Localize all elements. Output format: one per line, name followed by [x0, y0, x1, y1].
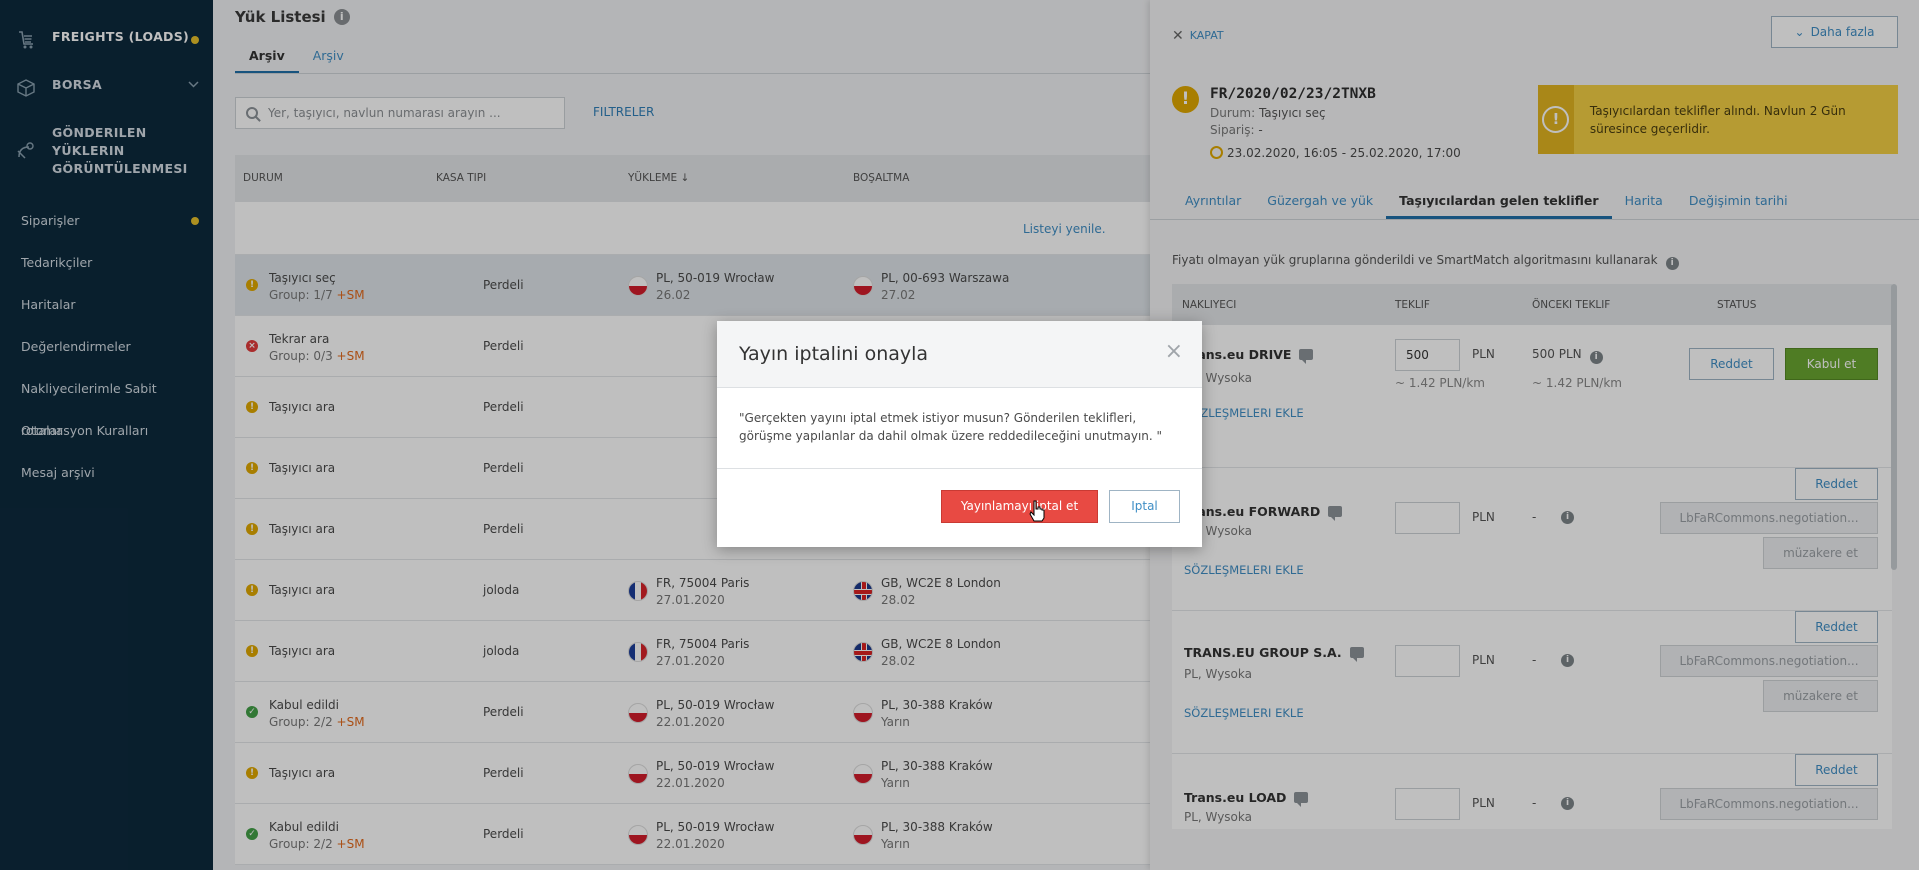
- hand-cursor-icon: [1028, 500, 1046, 525]
- dialog-header: Yayın iptalini onayla ×: [717, 321, 1202, 388]
- confirm-cancel-publication-button[interactable]: Yayınlamayı iptal et: [941, 490, 1098, 523]
- dialog-footer: Yayınlamayı iptal et Iptal: [717, 469, 1202, 547]
- close-icon[interactable]: ×: [1165, 339, 1183, 364]
- confirm-cancel-dialog: Yayın iptalini onayla × "Gerçekten yayın…: [717, 321, 1202, 547]
- cancel-button[interactable]: Iptal: [1109, 490, 1180, 523]
- dialog-message: "Gerçekten yayını iptal etmek istiyor mu…: [717, 388, 1202, 469]
- dialog-title: Yayın iptalini onayla: [739, 343, 929, 365]
